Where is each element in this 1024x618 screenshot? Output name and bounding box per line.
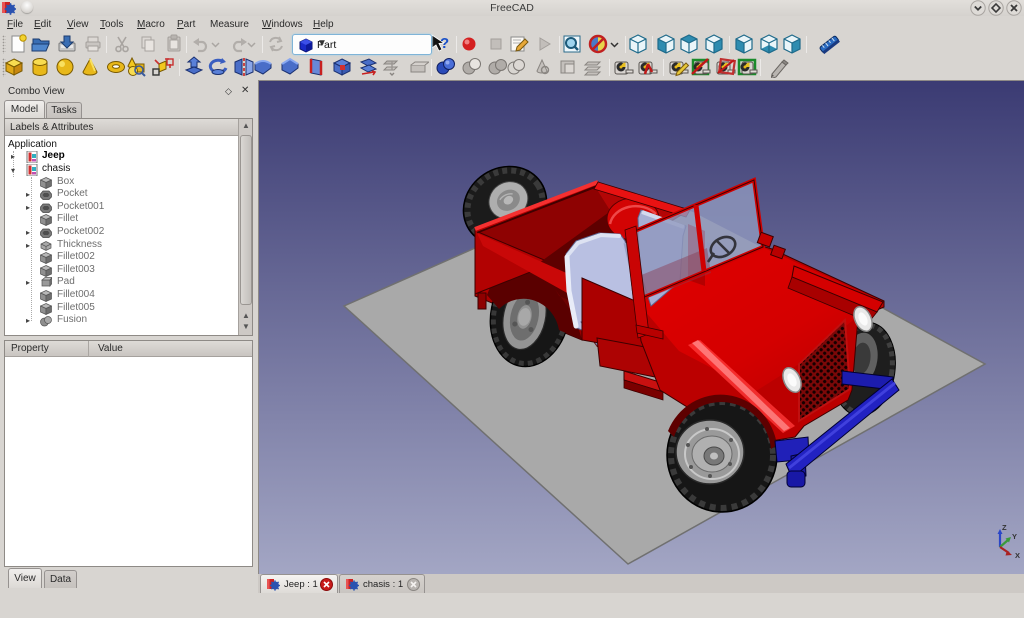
svg-text:Z: Z xyxy=(1002,523,1007,532)
svg-text:X: X xyxy=(1015,551,1020,560)
svg-text:Y: Y xyxy=(1012,532,1017,541)
svg-text:?: ? xyxy=(440,35,449,52)
